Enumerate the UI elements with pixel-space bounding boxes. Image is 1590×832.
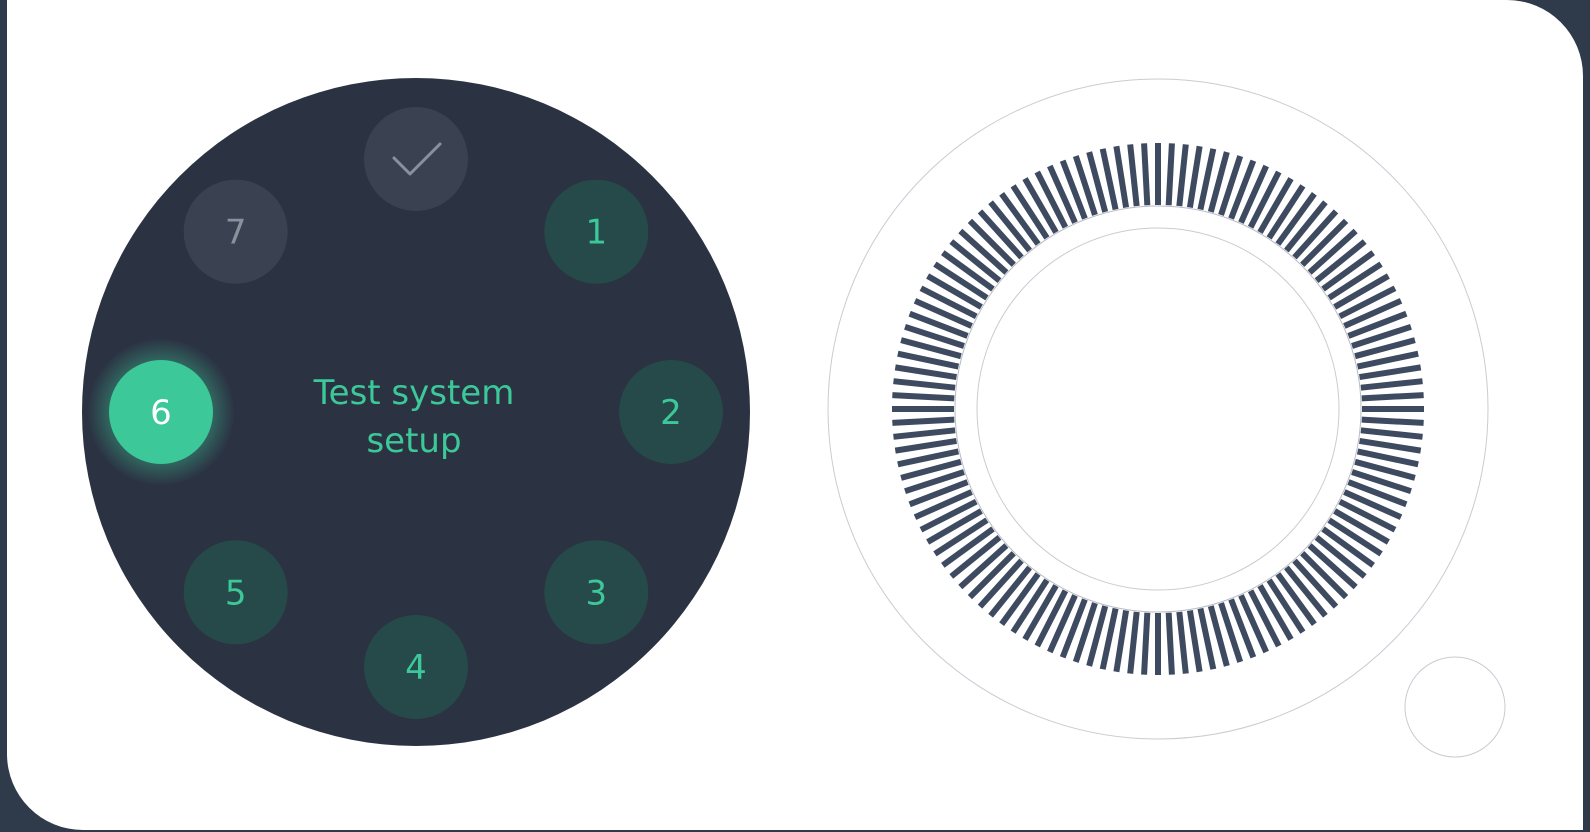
- dial-tick: [894, 364, 957, 381]
- dial-tick: [1176, 611, 1189, 674]
- dial-ticks[interactable]: [892, 143, 1424, 675]
- dial-tick: [1360, 427, 1423, 440]
- dial-tick: [913, 298, 973, 329]
- dial-tick: [1165, 143, 1175, 206]
- dial-tick: [1047, 594, 1078, 654]
- dial-tick: [1343, 489, 1403, 520]
- dial-tick: [893, 427, 956, 440]
- dial-tick: [892, 392, 955, 402]
- dial-tick: [893, 378, 956, 391]
- dial-tick: [1361, 392, 1424, 402]
- dial-tick: [1113, 610, 1130, 673]
- dial-track-ring: [954, 205, 1362, 613]
- dial-tick: [1238, 164, 1269, 224]
- dial-tick: [1186, 610, 1203, 673]
- dial-tick: [1141, 612, 1151, 675]
- dial-tick: [913, 489, 973, 520]
- dial-tick: [1165, 612, 1175, 675]
- dial-tick: [1141, 143, 1151, 206]
- dial-tick: [1127, 611, 1140, 674]
- dial-tick: [1359, 364, 1422, 381]
- small-round-button[interactable]: [1404, 656, 1506, 758]
- dial-tick: [1238, 594, 1269, 654]
- dial-inner-ring: [976, 227, 1340, 591]
- dial: [827, 78, 1506, 758]
- device-panel: 1234567 Test system setup: [7, 0, 1583, 830]
- dial-tick: [1360, 378, 1423, 391]
- dial-tick: [894, 437, 957, 454]
- dial-tick: [1176, 144, 1189, 207]
- dial-tick: [1047, 164, 1078, 224]
- dial-tick: [1113, 145, 1130, 208]
- dial-tick: [1361, 416, 1424, 426]
- dial-tick: [892, 416, 955, 426]
- dial-tick: [1127, 144, 1140, 207]
- dial-tick: [1186, 145, 1203, 208]
- dial-tick: [1343, 298, 1403, 329]
- dial-tick: [1359, 437, 1422, 454]
